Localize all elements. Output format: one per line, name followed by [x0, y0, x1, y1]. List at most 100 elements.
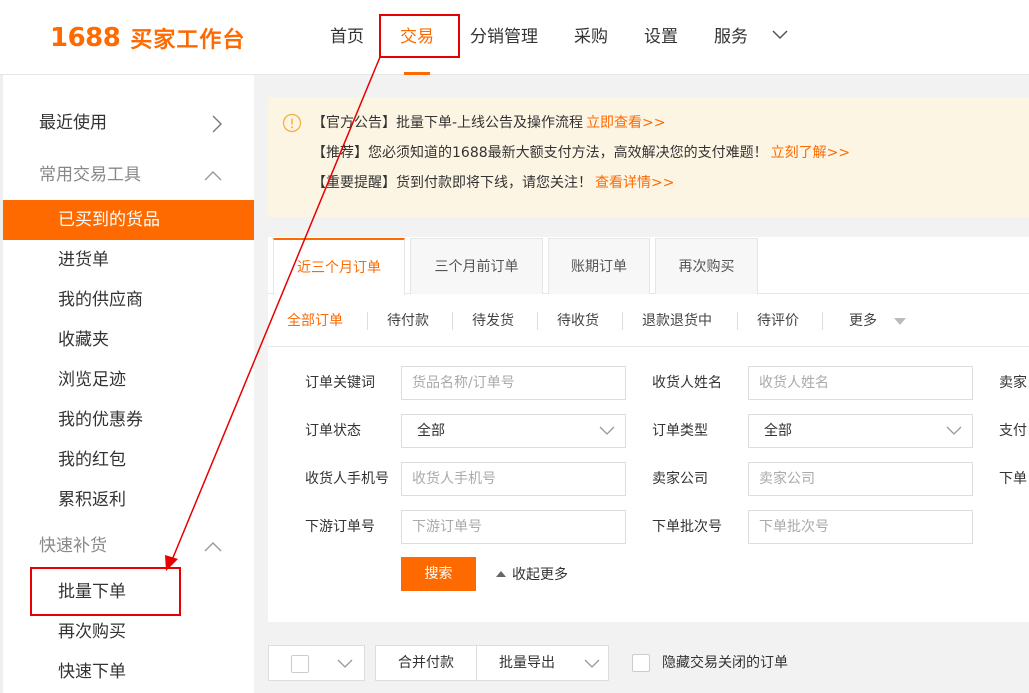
caret-up-icon: [496, 571, 506, 577]
sidebar-item-label: 收藏夹: [58, 330, 109, 350]
order-time-label: 下单: [999, 471, 1027, 487]
nav-home[interactable]: 首页: [312, 0, 382, 75]
seller-label: 卖家: [999, 375, 1027, 391]
notice-text: 【推荐】您必须知道的1688最新大额支付方法，高效解决您的支付难题！: [312, 145, 768, 161]
chevron-up-icon: [204, 171, 222, 181]
orders-toolbar: 合并付款 批量导出 隐藏交易关闭的订单: [268, 643, 1029, 693]
filter-all[interactable]: 全部订单: [287, 311, 343, 331]
announcement-panel: 【官方公告】批量下单-上线公告及操作流程 立即查看>> 【推荐】您必须知道的168…: [268, 97, 1029, 217]
notice-link[interactable]: 立刻了解>>: [771, 145, 850, 161]
sidebar-group-restock-label: 快速补货: [39, 536, 107, 556]
order-status-select[interactable]: 全部: [401, 414, 626, 448]
sidebar-item-suppliers[interactable]: 我的供应商: [3, 280, 254, 320]
nav-purchase[interactable]: 采购: [556, 0, 626, 75]
sidebar-item-label: 批量下单: [58, 582, 126, 602]
batch-export-button[interactable]: 批量导出: [476, 645, 609, 681]
notice-text: 【重要提醒】货到付款即将下线，请您关注！: [312, 175, 592, 191]
sidebar-item-buy-again[interactable]: 再次购买: [3, 612, 254, 652]
sidebar-item-favorites[interactable]: 收藏夹: [3, 320, 254, 360]
nav-service[interactable]: 服务: [696, 0, 766, 75]
sidebar-item-history[interactable]: 浏览足迹: [3, 360, 254, 400]
tab-buy-again[interactable]: 再次购买: [655, 238, 758, 294]
merge-pay-button[interactable]: 合并付款: [375, 645, 477, 681]
filter-pending-shipment[interactable]: 待发货: [472, 311, 514, 331]
sidebar-item-label: 进货单: [58, 250, 109, 270]
select-all-checkbox[interactable]: [291, 655, 309, 673]
sidebar-item-label: 我的优惠券: [58, 410, 143, 430]
notice-link[interactable]: 查看详情>>: [595, 175, 674, 191]
divider: [537, 312, 538, 330]
sidebar-item-purchased-goods[interactable]: 已买到的货品: [3, 200, 254, 240]
nav-distribution[interactable]: 分销管理: [452, 0, 556, 75]
order-type-select[interactable]: 全部: [748, 414, 973, 448]
sidebar-item-label: 我的红包: [58, 450, 126, 470]
chevron-down-icon: [584, 659, 600, 668]
chevron-up-icon: [204, 542, 222, 552]
sidebar-item-label: 快速下单: [58, 662, 126, 682]
nav-trade[interactable]: 交易: [382, 0, 452, 75]
top-header: 1688 买家工作台 首页 交易 分销管理 采购 设置 服务: [0, 0, 1029, 75]
order-tabs: 近三个月订单 三个月前订单 账期订单 再次购买: [268, 237, 1029, 295]
divider: [822, 312, 823, 330]
notice-line: 【重要提醒】货到付款即将下线，请您关注！ 查看详情>>: [312, 173, 674, 193]
tab-recent-3-months[interactable]: 近三个月订单: [273, 238, 405, 295]
divider: [452, 312, 453, 330]
nav-settings[interactable]: 设置: [626, 0, 696, 75]
divider: [367, 312, 368, 330]
downstream-order-label: 下游订单号: [305, 519, 375, 535]
sidebar-recent[interactable]: 最近使用: [3, 103, 254, 143]
collapse-more-label: 收起更多: [512, 567, 568, 583]
hide-closed-checkbox[interactable]: [632, 654, 650, 672]
batch-export-label: 批量导出: [499, 655, 555, 671]
downstream-order-input[interactable]: [401, 510, 626, 544]
sidebar-item-label: 再次购买: [58, 622, 126, 642]
sidebar-group-tools-label: 常用交易工具: [39, 165, 141, 185]
sidebar-item-red-packets[interactable]: 我的红包: [3, 440, 254, 480]
keyword-label: 订单关键词: [305, 375, 375, 391]
notice-link[interactable]: 立即查看>>: [586, 115, 665, 131]
filter-more[interactable]: 更多: [849, 311, 877, 331]
sidebar-item-purchase-list[interactable]: 进货单: [3, 240, 254, 280]
phone-input[interactable]: [401, 462, 626, 496]
select-all-dropdown[interactable]: [268, 645, 365, 681]
logo[interactable]: 1688 买家工作台: [50, 22, 245, 54]
sidebar-item-batch-order[interactable]: 批量下单: [3, 572, 254, 612]
sidebar-item-quick-order[interactable]: 快速下单: [3, 652, 254, 692]
batch-number-input[interactable]: [748, 510, 973, 544]
filter-pending-receipt[interactable]: 待收货: [557, 311, 599, 331]
sidebar-item-coupons[interactable]: 我的优惠券: [3, 400, 254, 440]
collapse-more-toggle[interactable]: 收起更多: [496, 565, 568, 585]
divider: [622, 312, 623, 330]
logo-title: 买家工作台: [130, 28, 246, 53]
nav-more-toggle[interactable]: [766, 0, 806, 75]
chevron-down-icon: [772, 30, 788, 40]
notice-line: 【推荐】您必须知道的1688最新大额支付方法，高效解决您的支付难题！ 立刻了解>>: [312, 143, 850, 163]
tab-credit-orders[interactable]: 账期订单: [548, 238, 650, 294]
sidebar-item-label: 已买到的货品: [58, 210, 160, 230]
caret-down-icon[interactable]: [894, 318, 906, 326]
hide-closed-label: 隐藏交易关闭的订单: [662, 655, 788, 671]
keyword-input[interactable]: [401, 366, 626, 400]
sidebar-group-tools[interactable]: 常用交易工具: [3, 155, 254, 195]
notice-line: 【官方公告】批量下单-上线公告及操作流程 立即查看>>: [312, 113, 666, 133]
batch-number-label: 下单批次号: [652, 519, 722, 535]
sidebar-item-label: 累积返利: [58, 490, 126, 510]
notice-text: 【官方公告】批量下单-上线公告及操作流程: [312, 115, 584, 131]
top-nav: 首页 交易 分销管理 采购 设置 服务: [312, 0, 806, 75]
filter-refunds[interactable]: 退款退货中: [642, 311, 712, 331]
chevron-down-icon: [946, 426, 962, 435]
status-filter-bar: 全部订单 待付款 待发货 待收货 退款退货中 待评价 更多: [268, 295, 1029, 347]
search-button[interactable]: 搜索: [401, 557, 476, 591]
receiver-name-input[interactable]: [748, 366, 973, 400]
divider: [737, 312, 738, 330]
tab-older-orders[interactable]: 三个月前订单: [410, 238, 543, 294]
order-status-value: 全部: [417, 423, 445, 439]
seller-company-input[interactable]: [748, 462, 973, 496]
filter-pending-review[interactable]: 待评价: [757, 311, 799, 331]
filter-pending-payment[interactable]: 待付款: [387, 311, 429, 331]
seller-company-label: 卖家公司: [652, 471, 708, 487]
sidebar-item-rebates[interactable]: 累积返利: [3, 480, 254, 520]
order-type-label: 订单类型: [652, 423, 708, 439]
sidebar-group-restock[interactable]: 快速补货: [3, 526, 254, 566]
sidebar-item-label: 我的供应商: [58, 290, 143, 310]
